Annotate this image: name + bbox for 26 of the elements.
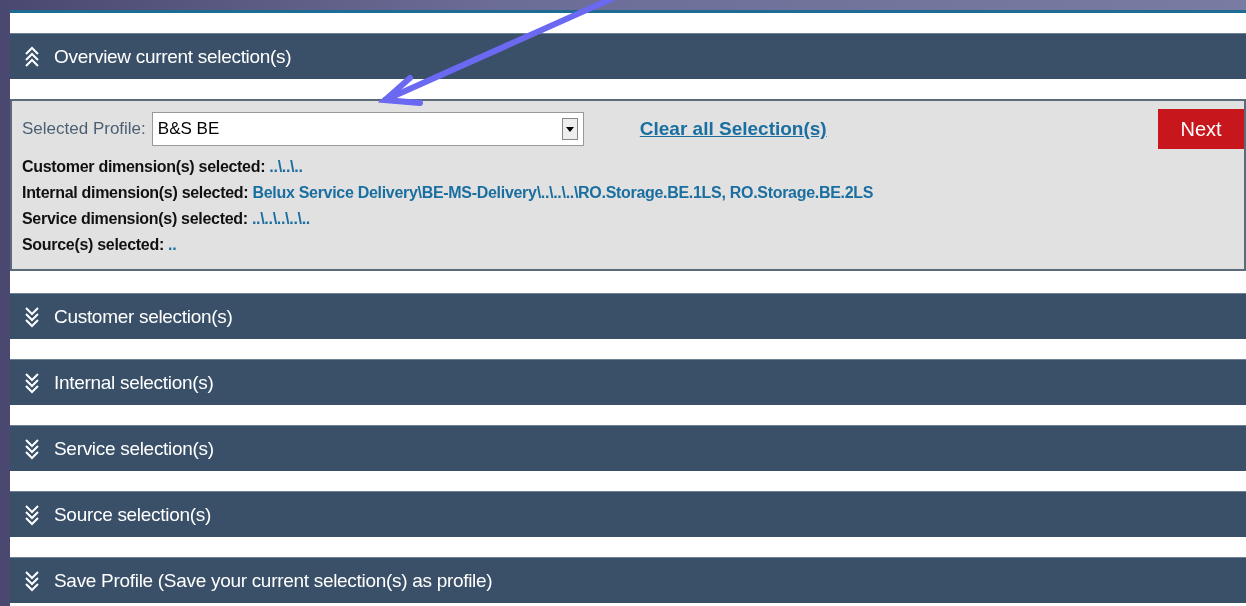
dimension-line: Source(s) selected: ..: [22, 235, 177, 255]
profile-dropdown[interactable]: B&S BE: [151, 112, 584, 146]
section-header[interactable]: Internal selection(s): [10, 359, 1246, 405]
section-title: Customer selection(s): [54, 305, 233, 328]
section-header[interactable]: Customer selection(s): [10, 293, 1246, 339]
section-header[interactable]: Source selection(s): [10, 491, 1246, 537]
chevron-down-icon: [24, 569, 40, 592]
section-header[interactable]: Service selection(s): [10, 425, 1246, 471]
clear-selection-link[interactable]: Clear all Selection(s): [639, 118, 827, 140]
dimension-line: Customer dimension(s) selected: ..\..\..: [22, 157, 303, 177]
section-title: Save Profile (Save your current selection(s) as profile): [54, 569, 493, 592]
chevron-down-icon: [24, 503, 40, 526]
section-title: Internal selection(s): [54, 371, 214, 394]
chevron-down-icon: [24, 437, 40, 460]
chevron-up-icon: [24, 45, 40, 68]
next-button[interactable]: Next: [1158, 109, 1244, 149]
section-title: Overview current selection(s): [54, 45, 292, 68]
section-title: Source selection(s): [54, 503, 211, 526]
chevron-down-icon: [24, 305, 40, 328]
profile-label: Selected Profile:: [22, 119, 146, 139]
dimension-line: Internal dimension(s) selected: Belux Service Delivery\BE-MS-Delivery\..\..\..\RO.Storage.BE.1LS, RO.Storage.BE.2LS: [22, 183, 874, 203]
dimension-line: Service dimension(s) selected: ..\..\..\..\..: [22, 209, 310, 229]
section-header[interactable]: Overview current selection(s): [10, 33, 1246, 79]
section-header[interactable]: Save Profile (Save your current selection(s) as profile): [10, 557, 1246, 603]
section-title: Service selection(s): [54, 437, 214, 460]
chevron-down-icon: [24, 371, 40, 394]
